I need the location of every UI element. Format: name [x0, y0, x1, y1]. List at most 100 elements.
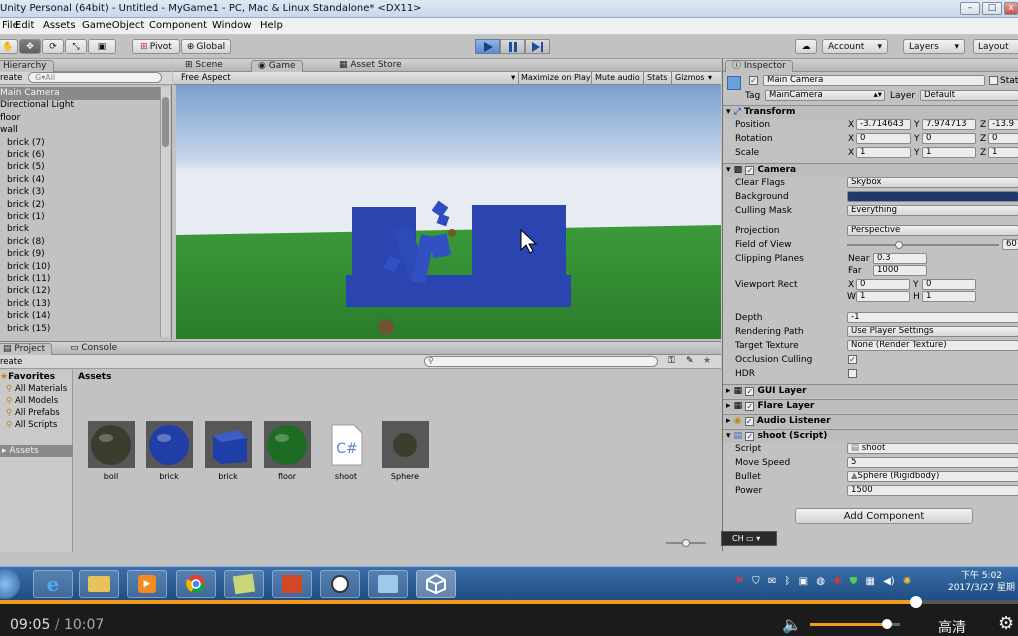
- viewport-h-field[interactable]: 1: [922, 291, 976, 302]
- camera-header[interactable]: ▾ ▩ ✓ Camera: [723, 163, 1018, 177]
- gui-layer-checkbox[interactable]: ✓: [745, 387, 755, 396]
- powerpoint-icon[interactable]: [272, 570, 312, 598]
- hand-tool-icon[interactable]: ✋: [0, 39, 18, 54]
- project-search-input[interactable]: ⚲: [424, 356, 658, 367]
- scale-z-field[interactable]: 1: [988, 147, 1018, 158]
- label-filter-icon[interactable]: ✎: [686, 356, 694, 366]
- tab-inspector[interactable]: ⓘ Inspector: [725, 60, 793, 72]
- record-icon[interactable]: ◍: [816, 576, 825, 587]
- active-checkbox[interactable]: ✓: [749, 76, 758, 85]
- zoom-slider-thumb[interactable]: [682, 539, 690, 547]
- media-player-icon[interactable]: ▶: [127, 570, 167, 598]
- asset-brick-material[interactable]: brick: [144, 421, 194, 481]
- script-field[interactable]: ▤ shoot: [847, 443, 1018, 454]
- stats-toggle[interactable]: Stats: [647, 73, 667, 82]
- menu-gameobject[interactable]: GameObject: [82, 20, 144, 31]
- sun-icon[interactable]: ✺: [903, 576, 911, 587]
- start-button[interactable]: [0, 569, 20, 599]
- app-icon[interactable]: [368, 570, 408, 598]
- object-name-field[interactable]: Main Camera: [763, 75, 985, 86]
- step-button[interactable]: [525, 39, 550, 54]
- viewport-x-field[interactable]: 0: [856, 279, 910, 290]
- position-x-field[interactable]: -3.714643: [856, 119, 911, 130]
- tab-game[interactable]: ◉ Game: [251, 60, 303, 72]
- tab-project[interactable]: ▤ Project: [0, 343, 53, 355]
- viewport-y-field[interactable]: 0: [922, 279, 976, 290]
- position-z-field[interactable]: -13.9: [988, 119, 1018, 130]
- unity-icon[interactable]: [416, 570, 456, 598]
- video-progress-thumb[interactable]: [910, 596, 923, 608]
- zoom-slider[interactable]: [666, 539, 706, 547]
- fov-field[interactable]: 60: [1002, 239, 1018, 250]
- hierarchy-item[interactable]: brick (4): [0, 174, 160, 187]
- static-checkbox[interactable]: [989, 76, 998, 85]
- settings-gear-icon[interactable]: ⚙: [998, 613, 1014, 634]
- bullet-field[interactable]: ▲Sphere (Rigidbody): [847, 471, 1018, 482]
- hierarchy-item[interactable]: brick (9): [0, 248, 160, 261]
- scroll-thumb[interactable]: [162, 97, 169, 147]
- asset-floor[interactable]: floor: [262, 421, 312, 481]
- favorite-all-prefabs[interactable]: ⚲ All Prefabs: [6, 408, 60, 418]
- menu-window[interactable]: Window: [212, 20, 251, 31]
- chevron-down-icon[interactable]: ▾: [708, 73, 712, 82]
- aspect-dropdown[interactable]: Free Aspect: [181, 73, 231, 83]
- explorer-icon[interactable]: [79, 570, 119, 598]
- favorite-all-models[interactable]: ⚲ All Models: [6, 396, 58, 406]
- flare-layer-header[interactable]: ▸ ▦ ✓ Flare Layer: [723, 399, 1018, 413]
- gui-layer-header[interactable]: ▸ ▦ ✓ GUI Layer: [723, 384, 1018, 398]
- shoot-script-checkbox[interactable]: ✓: [745, 432, 755, 441]
- power-field[interactable]: 1500: [847, 485, 1018, 496]
- tab-scene[interactable]: ⊞ Scene: [179, 60, 229, 72]
- network-icon[interactable]: ▦: [865, 576, 874, 587]
- camera-enabled-checkbox[interactable]: ✓: [745, 166, 755, 175]
- star-icon[interactable]: ★: [703, 356, 711, 366]
- projection-dropdown[interactable]: Perspective: [847, 225, 1018, 236]
- clear-flags-dropdown[interactable]: Skybox: [847, 177, 1018, 188]
- mute-audio-toggle[interactable]: Mute audio: [595, 73, 640, 82]
- hierarchy-item[interactable]: brick (5): [0, 161, 160, 174]
- antivirus-icon[interactable]: ✚: [833, 576, 841, 587]
- fov-slider-thumb[interactable]: [895, 241, 903, 249]
- fov-slider[interactable]: [847, 241, 999, 249]
- add-component-button[interactable]: Add Component: [795, 508, 973, 524]
- create-button[interactable]: reate: [0, 357, 22, 367]
- volume-icon[interactable]: 🔈: [782, 615, 802, 634]
- rendering-path-dropdown[interactable]: Use Player Settings: [847, 326, 1018, 337]
- volume-tray-icon[interactable]: ◀): [883, 576, 895, 587]
- hierarchy-item[interactable]: brick (6): [0, 149, 160, 162]
- account-dropdown[interactable]: Account ▾: [822, 39, 888, 54]
- hierarchy-item[interactable]: Directional Light: [0, 99, 160, 112]
- audio-listener-checkbox[interactable]: ✓: [744, 417, 754, 426]
- game-viewport[interactable]: [176, 85, 721, 339]
- position-y-field[interactable]: 7.974713: [922, 119, 976, 130]
- quality-button[interactable]: 高清: [938, 617, 966, 636]
- volume-thumb[interactable]: [881, 619, 892, 629]
- hierarchy-item[interactable]: Main Camera: [0, 87, 160, 100]
- hierarchy-item[interactable]: brick (14): [0, 310, 160, 323]
- clock[interactable]: 下午 5:02 2017/3/27 星期: [945, 570, 1018, 594]
- pivot-button[interactable]: ⊞ Pivot: [132, 39, 180, 54]
- hierarchy-item[interactable]: brick (8): [0, 236, 160, 249]
- shield-icon[interactable]: ⛉: [752, 576, 760, 587]
- favorite-all-scripts[interactable]: ⚲ All Scripts: [6, 420, 57, 430]
- layout-dropdown[interactable]: Layout: [973, 39, 1018, 54]
- depth-field[interactable]: -1: [847, 312, 1018, 323]
- occlusion-culling-checkbox[interactable]: ✓: [848, 355, 857, 364]
- play-button[interactable]: [475, 39, 500, 54]
- asset-brick-prefab[interactable]: brick: [203, 421, 253, 481]
- far-field[interactable]: 1000: [873, 265, 927, 276]
- layer-dropdown[interactable]: Default: [920, 90, 1018, 101]
- hierarchy-item[interactable]: floor: [0, 112, 160, 125]
- hierarchy-item[interactable]: brick (1): [0, 211, 160, 224]
- menu-edit[interactable]: Edit: [15, 20, 34, 31]
- move-speed-field[interactable]: 5: [847, 457, 1018, 468]
- move-tool-icon[interactable]: ✥: [19, 39, 41, 54]
- hierarchy-item[interactable]: brick: [0, 223, 160, 236]
- create-button[interactable]: reate: [0, 73, 22, 83]
- hierarchy-item[interactable]: brick (2): [0, 199, 160, 212]
- tag-dropdown[interactable]: MainCamera ▴▾: [765, 90, 885, 101]
- target-texture-field[interactable]: None (Render Texture): [847, 340, 1018, 351]
- bluetooth-icon[interactable]: ᛒ: [784, 576, 790, 587]
- culling-mask-dropdown[interactable]: Everything: [847, 205, 1018, 216]
- viewport-w-field[interactable]: 1: [856, 291, 910, 302]
